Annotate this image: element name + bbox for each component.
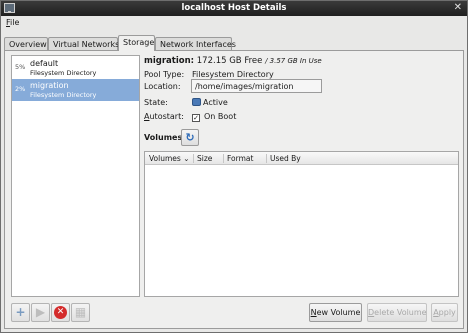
- start-pool-icon: ▶: [35, 305, 46, 319]
- col-header-used-by[interactable]: Used By: [270, 154, 301, 163]
- menu-bar: File: [1, 16, 467, 30]
- col-header-size[interactable]: Size: [197, 154, 212, 163]
- tab-virtual-networks[interactable]: Virtual Networks: [48, 37, 119, 51]
- tab-strip: Overview Virtual Networks Storage Networ…: [4, 35, 464, 51]
- autostart-label-text: utostart:: [149, 112, 184, 121]
- pool-name: default: [30, 59, 59, 68]
- pool-heading: migration: 172.15 GB Free / 3.57 GB In U…: [144, 56, 322, 66]
- delete-pool-button[interactable]: ▦: [71, 303, 90, 322]
- pool-type: Filesystem Directory: [30, 91, 97, 99]
- location-label: Location:: [144, 82, 181, 91]
- volumes-label: Volumes: [144, 133, 183, 142]
- tab-network-interfaces[interactable]: Network Interfaces: [155, 37, 236, 51]
- delete-pool-icon: ▦: [74, 305, 87, 319]
- stop-pool-button[interactable]: ✕: [51, 303, 70, 322]
- tab-storage[interactable]: Storage: [118, 35, 155, 51]
- column-divider: [223, 154, 224, 163]
- selected-pool-name: migration:: [144, 56, 195, 66]
- state-value-group: Active: [192, 98, 228, 107]
- tab-overview[interactable]: Overview: [4, 37, 48, 51]
- pool-name: migration: [30, 81, 69, 90]
- delete-volume-label: elete Volume: [374, 308, 427, 317]
- delete-volume-button[interactable]: Delete Volume: [367, 303, 427, 322]
- stop-pool-icon: ✕: [54, 306, 67, 319]
- state-label: State:: [144, 98, 168, 107]
- autostart-control[interactable]: ✓ On Boot: [192, 112, 236, 122]
- pool-item-migration[interactable]: 2% migration Filesystem Directory: [12, 79, 139, 101]
- pool-used-space: / 3.57 GB In Use: [265, 57, 322, 65]
- window-title: localhost Host Details: [181, 3, 287, 13]
- pool-free-space: 172.15 GB Free: [196, 56, 263, 66]
- title-bar[interactable]: localhost Host Details ✕: [1, 1, 467, 16]
- volumes-table[interactable]: Volumes ⌄ Size Format Used By: [144, 151, 459, 297]
- host-details-window: localhost Host Details ✕ File Overview V…: [0, 0, 468, 333]
- start-pool-button[interactable]: ▶: [31, 303, 50, 322]
- autostart-checkbox[interactable]: ✓: [192, 114, 200, 122]
- add-pool-button[interactable]: +: [11, 303, 30, 322]
- add-pool-icon: +: [15, 305, 26, 319]
- pool-usage-percent: 2%: [15, 85, 26, 93]
- state-value: Active: [203, 98, 228, 107]
- location-field[interactable]: /home/images/migration: [191, 79, 322, 93]
- col-header-volumes-label: Volumes: [149, 154, 181, 163]
- close-window-icon[interactable]: ✕: [454, 2, 462, 14]
- bottom-toolbar: + ▶ ✕ ▦ New Volume Delete Volume Apply: [11, 301, 461, 323]
- col-header-volumes[interactable]: Volumes ⌄: [149, 154, 190, 163]
- column-divider: [266, 154, 267, 163]
- refresh-icon: ↻: [185, 131, 195, 144]
- apply-button[interactable]: Apply: [431, 303, 458, 322]
- menu-file[interactable]: File: [6, 18, 19, 27]
- pool-type-value: Filesystem Directory: [192, 70, 274, 79]
- pool-item-default[interactable]: 5% default Filesystem Directory: [12, 57, 139, 79]
- pool-type: Filesystem Directory: [30, 69, 97, 77]
- autostart-label: Autostart:: [144, 112, 184, 121]
- pool-details: migration: 172.15 GB Free / 3.57 GB In U…: [141, 51, 463, 301]
- pool-usage-percent: 5%: [15, 63, 26, 71]
- volumes-table-header: Volumes ⌄ Size Format Used By: [145, 152, 458, 165]
- new-volume-label: ew Volume: [316, 308, 361, 317]
- autostart-value: On Boot: [204, 112, 237, 121]
- refresh-volumes-button[interactable]: ↻: [181, 129, 199, 146]
- pool-type-label: Pool Type:: [144, 70, 185, 79]
- menu-file-label: ile: [10, 18, 20, 27]
- apply-label: pply: [438, 308, 456, 317]
- state-active-icon: [192, 98, 201, 106]
- storage-panel: 5% default Filesystem Directory 2% migra…: [4, 50, 464, 329]
- sort-chevron-down-icon: ⌄: [183, 154, 190, 163]
- col-header-format[interactable]: Format: [227, 154, 253, 163]
- storage-pool-list[interactable]: 5% default Filesystem Directory 2% migra…: [11, 55, 140, 297]
- column-divider: [193, 154, 194, 163]
- new-volume-button[interactable]: New Volume: [309, 303, 362, 322]
